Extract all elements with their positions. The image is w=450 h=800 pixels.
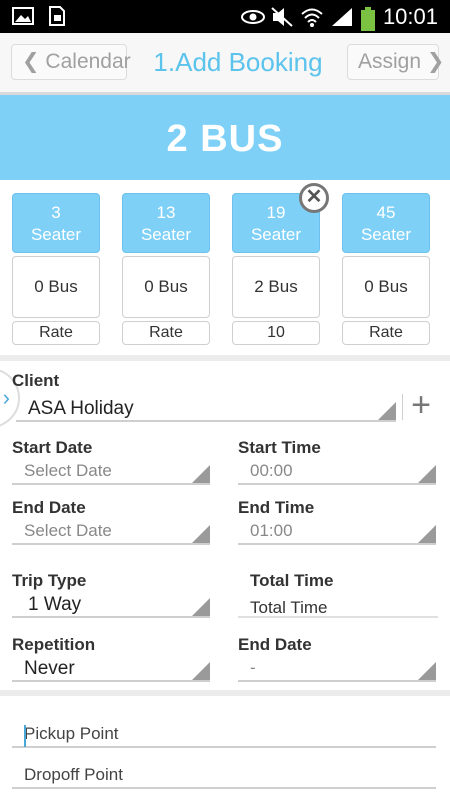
start-time-select[interactable]: 00:00 [238,459,436,485]
divider [0,690,450,696]
image-icon [12,6,34,26]
trip-type-select[interactable]: 1 Way [12,592,210,618]
seater-type-button[interactable]: 45 Seater [342,193,430,253]
divider [0,355,450,361]
repetition-label: Repetition [12,635,96,654]
seater-column: 3 Seater 0 Bus Rate [12,193,100,345]
status-bar: 10:01 [0,0,450,33]
bus-count-banner: 2 BUS [0,95,450,180]
seater-column: 19 Seater 2 Bus 10 [232,193,320,345]
end-time-label: End Time [238,498,315,517]
seater-grid: 3 Seater 0 Bus Rate 13 Seater 0 Bus Rate… [0,180,450,356]
text-cursor [24,725,26,747]
assign-next-button[interactable]: Assign ❯ [347,44,444,80]
rate-field[interactable]: Rate [122,321,210,345]
divider [238,616,438,618]
dropdown-arrow-icon [378,402,396,420]
pickup-point-placeholder: Pickup Point [24,724,119,743]
battery-icon [360,7,375,31]
dropoff-point-input[interactable]: Dropoff Point [12,763,436,789]
end-date-value: Select Date [24,521,112,540]
end-time-value: 01:00 [250,521,293,540]
start-date-value: Select Date [24,461,112,480]
seater-column: 13 Seater 0 Bus Rate [122,193,210,345]
end-time-select[interactable]: 01:00 [238,519,436,545]
start-time-label: Start Time [238,438,321,457]
dropoff-point-placeholder: Dropoff Point [24,765,123,784]
eye-icon [240,7,265,27]
sim-icon [46,6,68,26]
rate-field[interactable]: Rate [342,321,430,345]
bus-count-field[interactable]: 0 Bus [122,256,210,318]
end-date-select[interactable]: Select Date [12,519,210,545]
rate-field[interactable]: Rate [12,321,100,345]
remove-seater-icon[interactable]: ✕ [299,183,329,213]
dropdown-arrow-icon [192,598,210,616]
client-label: Client [12,371,60,390]
client-select[interactable]: ASA Holiday [16,396,396,422]
dropdown-arrow-icon [192,662,210,680]
wifi-icon [301,7,323,27]
trip-type-label: Trip Type [12,571,87,590]
repetition-value: Never [24,658,75,679]
client-value: ASA Holiday [28,398,134,419]
dropdown-arrow-icon [418,465,436,483]
mute-icon [271,7,293,27]
divider [402,394,403,420]
start-date-select[interactable]: Select Date [12,459,210,485]
repeat-end-date-value: - [250,658,256,677]
calendar-back-button[interactable]: ❮ Calendar [11,44,131,80]
clock: 10:01 [382,4,438,29]
signal-icon [331,7,353,27]
bus-count-field[interactable]: 0 Bus [342,256,430,318]
seater-column: 45 Seater 0 Bus Rate [342,193,430,345]
end-date-label: End Date [12,498,86,517]
seater-type-button[interactable]: 13 Seater [122,193,210,253]
repetition-select[interactable]: Never [12,656,210,682]
seater-type-button[interactable]: 3 Seater [12,193,100,253]
bus-count-field[interactable]: 2 Bus [232,256,320,318]
action-bar: ❮ Calendar 1.Add Booking Assign ❯ [0,33,450,95]
pickup-point-input[interactable]: Pickup Point [12,722,436,748]
start-date-label: Start Date [12,438,93,457]
dropdown-arrow-icon [192,525,210,543]
repeat-end-date-select[interactable]: - [238,656,436,682]
trip-type-value: 1 Way [28,594,82,615]
bus-count-field[interactable]: 0 Bus [12,256,100,318]
total-time-label: Total Time [250,571,334,590]
start-time-value: 00:00 [250,461,293,480]
rate-field[interactable]: 10 [232,321,320,345]
dropdown-arrow-icon [418,662,436,680]
dropdown-arrow-icon [418,525,436,543]
repeat-end-date-label: End Date [238,635,312,654]
dropdown-arrow-icon [192,465,210,483]
total-time-value: Total Time [250,598,328,617]
add-client-icon[interactable]: + [404,388,438,424]
page-title: 1.Add Booking [153,47,323,77]
